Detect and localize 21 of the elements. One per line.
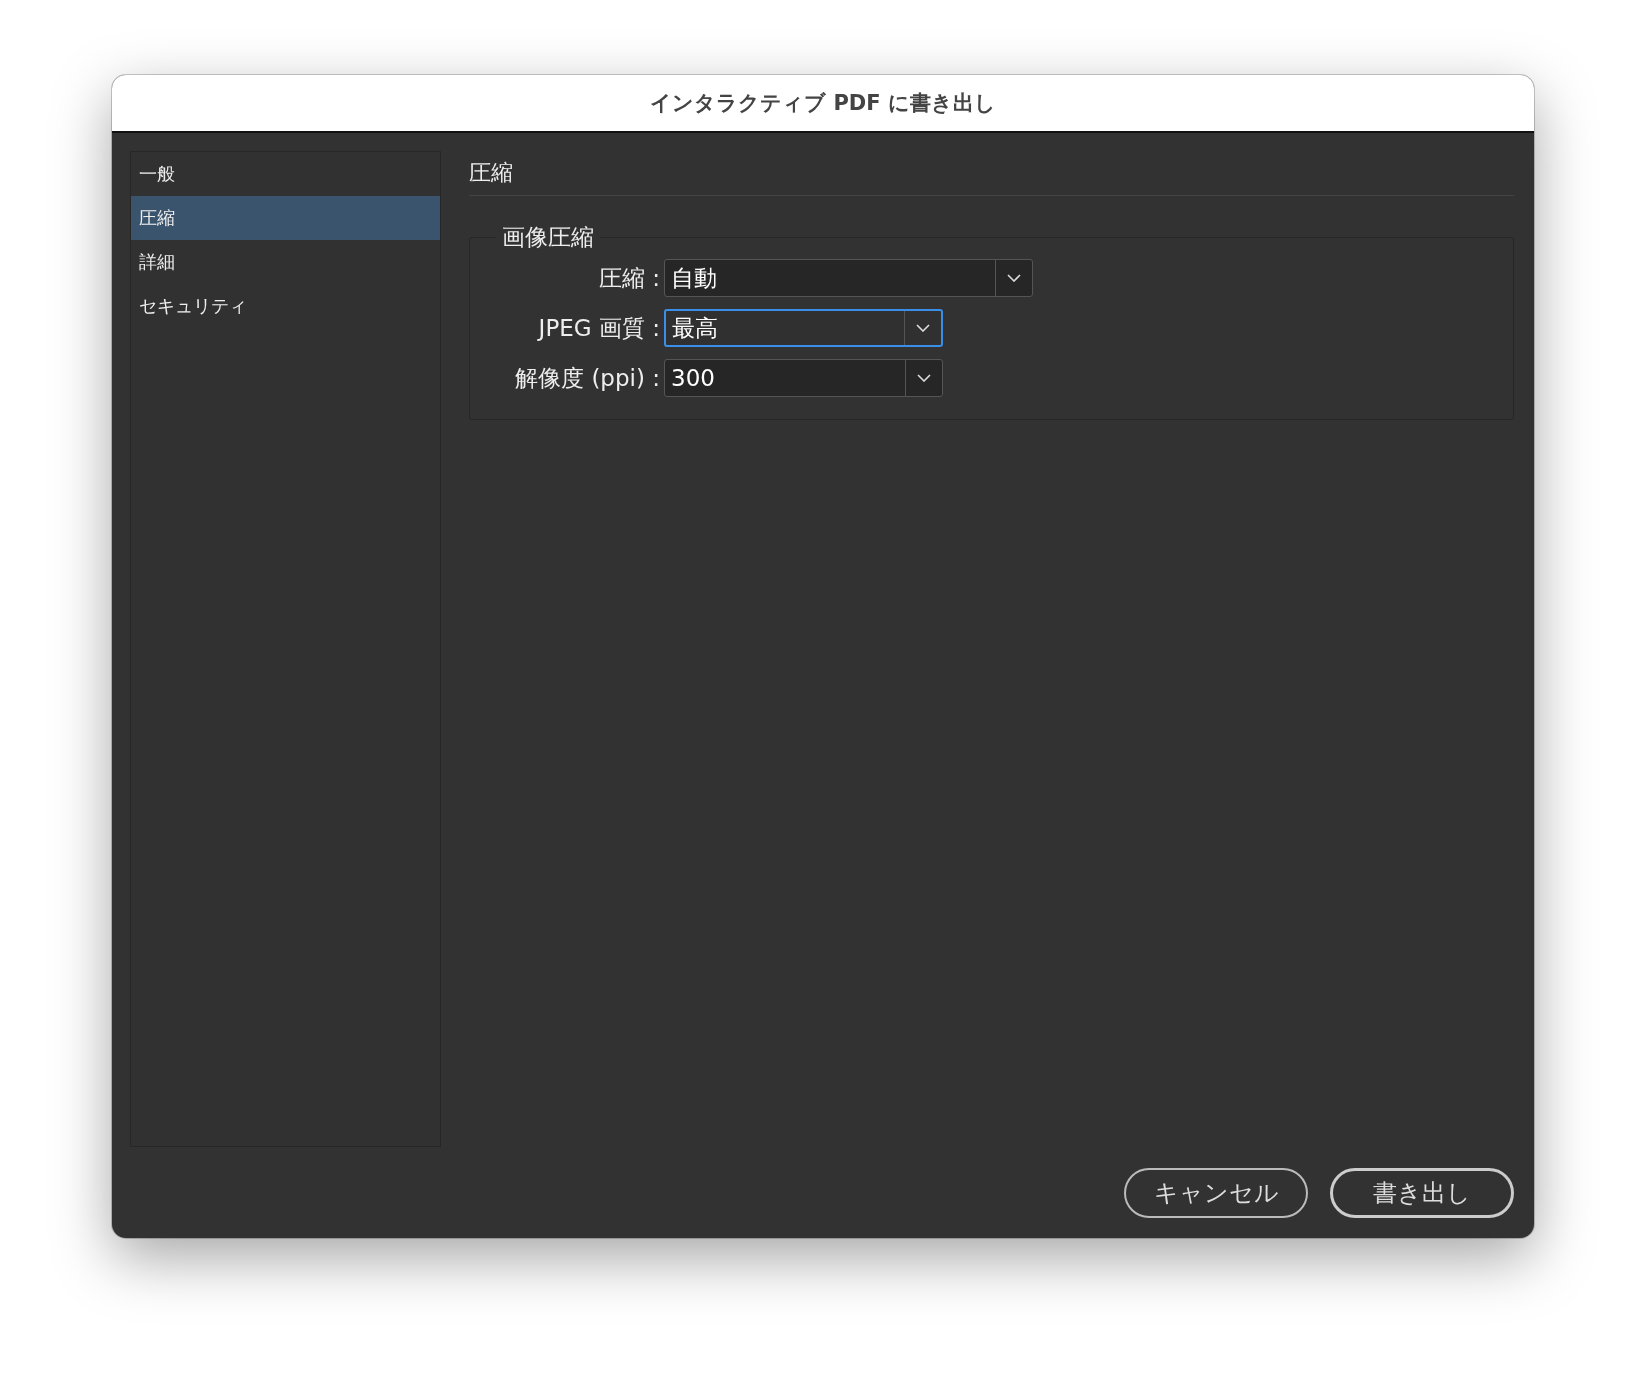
field-label: 圧縮 : [597, 263, 661, 293]
sidebar-item[interactable]: 一般 [131, 152, 440, 196]
section-title: 圧縮 [469, 159, 513, 187]
dropdown-value: 自動 [670, 263, 718, 293]
cancel-button[interactable]: キャンセル [1124, 1168, 1308, 1218]
sidebar-item[interactable]: 圧縮 [131, 196, 440, 240]
dropdown-value: 最高 [671, 313, 719, 343]
dropdown-value: 300 [670, 364, 716, 393]
field-label: JPEG 画質 : [536, 313, 661, 343]
group-title: 画像圧縮 [501, 223, 595, 252]
dropdown[interactable]: 300 [664, 359, 943, 397]
chevron-down-icon [917, 374, 931, 382]
sidebar-item[interactable]: セキュリティ [131, 284, 440, 328]
sidebar-item[interactable]: 詳細 [131, 240, 440, 284]
field-label: 解像度 (ppi) : [514, 363, 661, 393]
dropdown[interactable]: 自動 [664, 259, 1033, 297]
chevron-down-icon [916, 324, 930, 332]
window-title: インタラクティブ PDF に書き出し [650, 90, 996, 117]
export-button[interactable]: 書き出し [1330, 1168, 1514, 1218]
dropdown[interactable]: 最高 [664, 309, 943, 347]
chevron-down-icon [1007, 274, 1021, 282]
